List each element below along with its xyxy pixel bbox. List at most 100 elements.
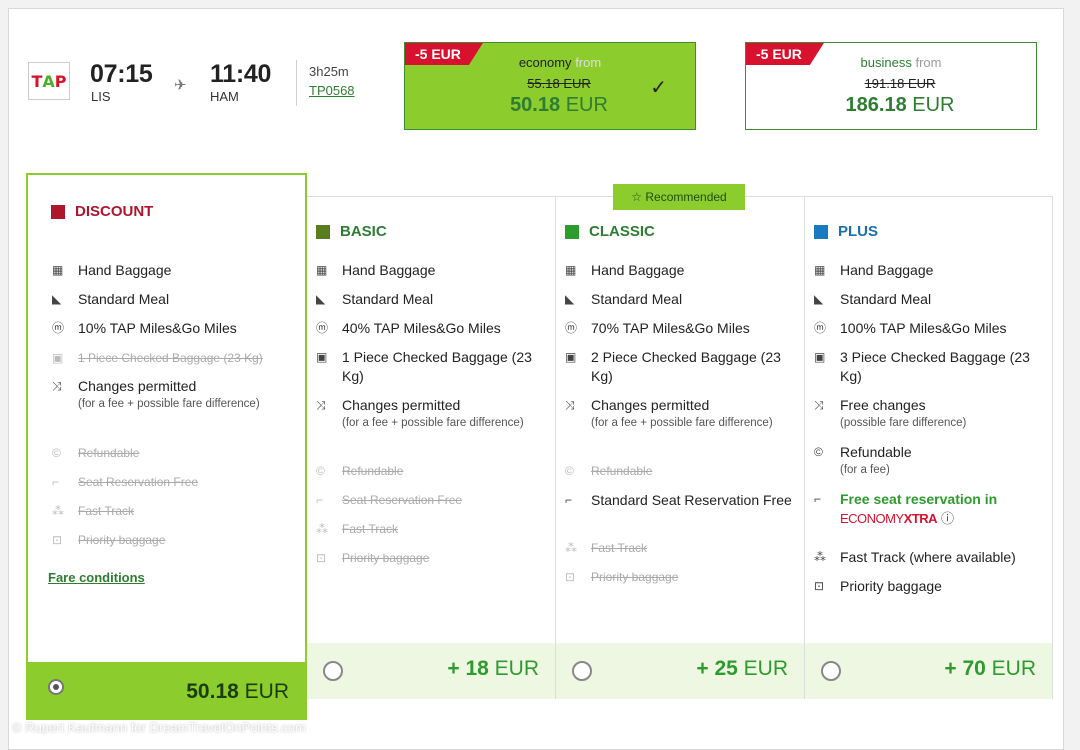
meal-icon: ◣ [52, 292, 62, 306]
fare-price: 50.18 EUR [186, 680, 289, 703]
feature-hand-baggage: ▦ Hand Baggage [52, 262, 172, 278]
fast-track-icon: ⁂ [316, 522, 328, 536]
meal-icon: ◣ [565, 292, 575, 306]
priority-icon: ⊡ [814, 579, 825, 593]
fare-title: CLASSIC [565, 223, 655, 240]
feature-seat: ⌐ Free seat reservation in ECONOMYXTRA ⓘ [814, 491, 998, 526]
fare-title-label: BASIC [340, 223, 387, 240]
checked-baggage-icon: ▣ [565, 350, 577, 364]
fare-title-label: CLASSIC [589, 223, 655, 240]
fare-column-classic[interactable]: CLASSIC ▦ Hand Baggage ◣ Standard Meal ⓜ 70… [556, 196, 805, 699]
recommended-badge: ☆ Recommended [613, 184, 745, 210]
cabin-name-label: business [860, 55, 912, 70]
changes-icon: ⤨ [52, 379, 62, 393]
economy-cabin-option[interactable]: -5 EUR economy from 55.18 EUR 50.18 EUR … [404, 42, 696, 130]
departure-airport: LIS [91, 89, 111, 104]
plane-icon: ✈ [174, 77, 187, 94]
priority-icon: ⊡ [565, 570, 576, 584]
cabin-name: economy from [405, 55, 695, 70]
meal-icon: ◣ [814, 292, 824, 306]
meal-icon: ◣ [316, 292, 326, 306]
feature-changes: ⤨ Changes permitted (for a fee + possible … [316, 397, 524, 429]
feature-fast-track: ⁂ Fast Track [565, 539, 798, 558]
arrival-time: 11:40 [210, 60, 272, 88]
fast-track-icon: ⁂ [565, 541, 577, 555]
feature-miles: ⓜ 100% TAP Miles&Go Miles [814, 320, 1007, 336]
hand-baggage-icon: ▦ [814, 263, 826, 277]
cabin-price-amount: 186.18 [845, 94, 907, 116]
refund-icon: © [52, 446, 61, 460]
discount-brand-icon [51, 204, 65, 219]
classic-brand-icon [565, 224, 579, 239]
fare-radio[interactable] [821, 661, 841, 681]
fare-radio[interactable] [572, 661, 592, 681]
feature-meal: ◣ Standard Meal [565, 291, 683, 307]
fare-radio-selected[interactable] [48, 679, 64, 695]
old-price: 191.18 EUR [864, 76, 936, 91]
fare-title: DISCOUNT [51, 203, 153, 220]
fare-footer: + 18 EUR [307, 643, 555, 699]
feature-meal: ◣ Standard Meal [316, 291, 434, 307]
feature-changes: ⤨ Free changes (possible fare difference) [814, 397, 967, 429]
feature-hand-baggage: ▦ Hand Baggage [814, 262, 934, 278]
changes-icon: ⤨ [565, 398, 575, 412]
fare-column-plus[interactable]: PLUS ▦ Hand Baggage ◣ Standard Meal ⓜ 100% … [805, 196, 1053, 699]
feature-miles: ⓜ 10% TAP Miles&Go Miles [52, 320, 237, 336]
divider [296, 60, 297, 106]
priority-icon: ⊡ [316, 551, 327, 565]
fare-conditions-link[interactable]: Fare conditions [48, 570, 145, 585]
feature-changes: ⤨ Changes permitted (for a fee + possible … [52, 378, 260, 410]
miles-icon: ⓜ [565, 321, 578, 335]
flight-number-link[interactable]: TP0568 [309, 83, 355, 98]
cabin-price-amount: 50.18 [510, 94, 561, 116]
from-label: from [915, 55, 942, 70]
priority-icon: ⊡ [52, 533, 63, 547]
refund-icon: © [316, 464, 325, 478]
feature-refundable: © Refundable [52, 444, 299, 463]
cabin-price: 186.18 EUR [746, 94, 1036, 117]
info-icon[interactable]: ⓘ [941, 511, 954, 526]
fare-price: + 70 EUR [944, 657, 1036, 680]
refund-icon: © [565, 464, 574, 478]
checked-baggage-icon: ▣ [316, 350, 328, 364]
seat-icon: ⌐ [52, 475, 60, 489]
fast-track-icon: ⁂ [52, 504, 64, 518]
basic-brand-icon [316, 224, 330, 239]
feature-priority: ⊡ Priority baggage [316, 549, 549, 568]
logo-letter-p: P [54, 71, 67, 91]
feature-refundable: © Refundable [565, 462, 798, 481]
economy-xtra-label: ECONOMYXTRA [840, 511, 938, 526]
miles-icon: ⓜ [316, 321, 329, 335]
feature-changes: ⤨ Changes permitted (for a fee + possible … [565, 397, 773, 429]
feature-hand-baggage: ▦ Hand Baggage [565, 262, 685, 278]
feature-miles: ⓜ 70% TAP Miles&Go Miles [565, 320, 750, 336]
feature-checked-baggage: ▣ 1 Piece Checked Baggage (23 Kg) [52, 349, 299, 368]
star-icon: ☆ [631, 190, 643, 204]
business-cabin-option[interactable]: -5 EUR business from 191.18 EUR 186.18 E… [745, 42, 1037, 130]
hand-baggage-icon: ▦ [565, 263, 577, 277]
feature-priority: ⊡ Priority baggage [814, 578, 942, 594]
fare-price: + 18 EUR [447, 657, 539, 680]
feature-seat: ⌐ Standard Seat Reservation Free [565, 492, 792, 508]
cabin-name-label: economy [518, 55, 572, 70]
feature-fast-track: ⁂ Fast Track [316, 520, 549, 539]
feature-meal: ◣ Standard Meal [52, 291, 170, 307]
feature-priority: ⊡ Priority baggage [565, 568, 798, 587]
fare-column-basic[interactable]: BASIC ▦ Hand Baggage ◣ Standard Meal ⓜ 40% … [307, 196, 556, 699]
arrival-airport: HAM [210, 89, 239, 104]
hand-baggage-icon: ▦ [316, 263, 328, 277]
departure-time: 07:15 [90, 60, 153, 88]
logo-letter-a: A [42, 71, 55, 91]
plus-brand-icon [814, 224, 828, 239]
fare-footer: 50.18 EUR [28, 662, 305, 718]
checked-baggage-icon: ▣ [52, 351, 64, 365]
fare-radio[interactable] [323, 661, 343, 681]
hand-baggage-icon: ▦ [52, 263, 64, 277]
fare-column-discount[interactable]: DISCOUNT ▦ Hand Baggage ◣ Standard Meal ⓜ 1… [26, 173, 307, 720]
seat-icon: ⌐ [565, 493, 573, 507]
feature-hand-baggage: ▦ Hand Baggage [316, 262, 436, 278]
fare-footer: + 25 EUR [556, 643, 804, 699]
flight-duration: 3h25m [309, 64, 349, 79]
fare-title: PLUS [814, 223, 878, 240]
feature-priority: ⊡ Priority baggage [52, 531, 299, 550]
